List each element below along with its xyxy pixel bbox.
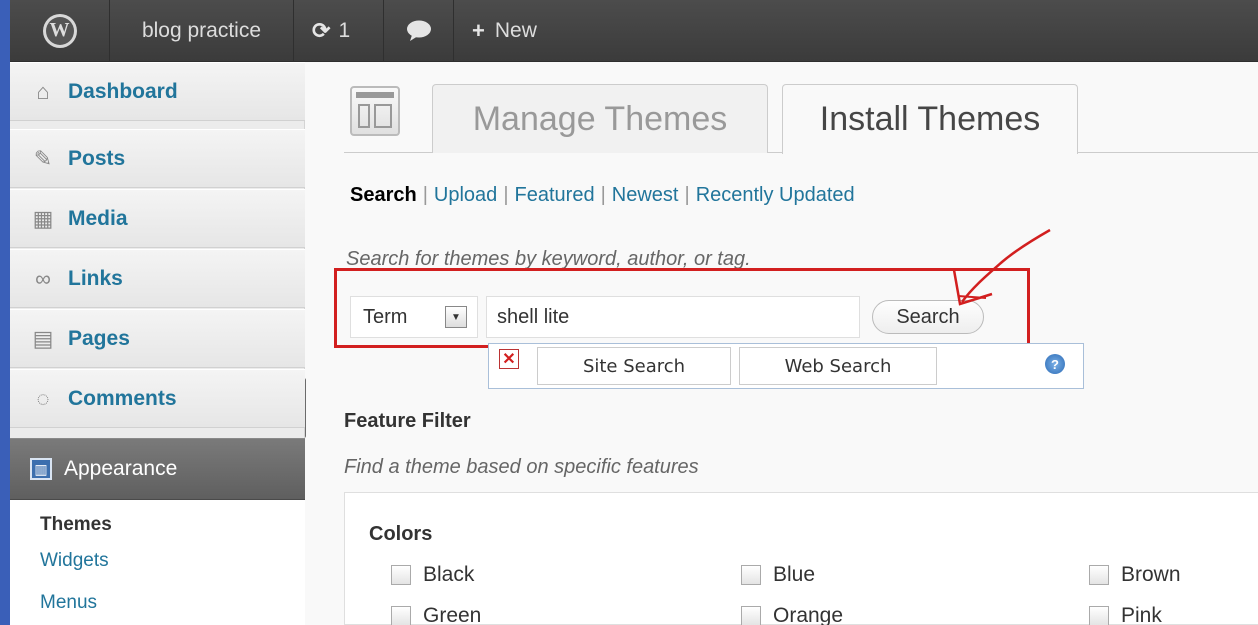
submenu-widgets[interactable]: Widgets bbox=[40, 550, 109, 572]
new-content-link[interactable]: + New bbox=[454, 0, 569, 62]
sidebar-item-links[interactable]: ∞ Links bbox=[10, 249, 305, 308]
wordpress-logo-icon[interactable]: W bbox=[10, 0, 110, 62]
appearance-icon: ▥ bbox=[30, 458, 52, 480]
color-checkbox[interactable]: Green bbox=[391, 604, 481, 625]
updates-count: 1 bbox=[338, 18, 351, 42]
checkbox-box[interactable] bbox=[391, 606, 411, 625]
checkbox-box[interactable] bbox=[391, 565, 411, 585]
tab-manage-themes[interactable]: Manage Themes bbox=[432, 84, 768, 153]
plus-icon: + bbox=[472, 17, 485, 43]
checkbox-box[interactable] bbox=[741, 606, 761, 625]
feature-filter-heading: Feature Filter bbox=[344, 410, 471, 432]
admin-bar-edge bbox=[0, 0, 10, 62]
sidebar-item-appearance[interactable]: ▥ Appearance bbox=[10, 438, 305, 500]
sidebar-item-dashboard[interactable]: ⌂ Dashboard bbox=[10, 62, 305, 121]
feature-filter-box: Colors Black Blue Brown Green Orange Pin… bbox=[344, 492, 1258, 625]
pushpin-icon: ✎ bbox=[33, 145, 53, 171]
submenu-themes[interactable]: Themes bbox=[40, 514, 112, 536]
help-icon[interactable]: ? bbox=[1045, 354, 1065, 374]
updates-link[interactable]: ⟳ 1 bbox=[294, 0, 384, 62]
sidebar-item-label: Appearance bbox=[64, 457, 178, 480]
media-icon: ▦ bbox=[32, 205, 54, 231]
sidebar-item-comments[interactable]: ◌ Comments bbox=[10, 369, 305, 428]
admin-bar: W blog practice ⟳ 1 + New bbox=[0, 0, 1258, 62]
subnav-recently-updated[interactable]: Recently Updated bbox=[696, 184, 855, 206]
color-checkbox[interactable]: Blue bbox=[741, 563, 815, 587]
sidebar-item-posts[interactable]: ✎ Posts bbox=[10, 129, 305, 188]
search-suggest-popup: ✕ Site Search Web Search ? bbox=[488, 343, 1084, 389]
annotation-arrow-icon bbox=[952, 228, 1051, 306]
pages-icon: ▤ bbox=[32, 325, 54, 351]
tab-install-themes[interactable]: Install Themes bbox=[782, 84, 1078, 154]
checkbox-box[interactable] bbox=[1089, 606, 1109, 625]
refresh-icon: ⟳ bbox=[312, 17, 331, 43]
main-content: Manage Themes Install Themes Search | Uplo… bbox=[306, 62, 1258, 625]
sidebar-item-label: Posts bbox=[68, 146, 126, 170]
install-subnav: Search | Upload | Featured | Newest | Recently U… bbox=[350, 184, 855, 206]
sidebar-item-label: Comments bbox=[68, 386, 177, 410]
color-checkbox[interactable]: Brown bbox=[1089, 563, 1181, 587]
feature-filter-description: Find a theme based on specific features bbox=[344, 456, 699, 478]
new-label: New bbox=[494, 18, 537, 42]
appearance-submenu: Themes Widgets Menus bbox=[10, 500, 305, 625]
color-checkbox[interactable]: Black bbox=[391, 563, 474, 587]
themes-screen-icon bbox=[350, 86, 400, 136]
site-name-label: blog practice bbox=[141, 18, 262, 42]
color-checkbox[interactable]: Orange bbox=[741, 604, 843, 625]
comment-icon: ◌ bbox=[36, 385, 50, 411]
sidebar-item-label: Dashboard bbox=[68, 79, 178, 103]
sidebar-item-pages[interactable]: ▤ Pages bbox=[10, 309, 305, 368]
subnav-newest[interactable]: Newest bbox=[612, 184, 679, 206]
web-search-button[interactable]: Web Search bbox=[739, 347, 937, 385]
subnav-search[interactable]: Search bbox=[350, 184, 417, 206]
checkbox-box[interactable] bbox=[1089, 565, 1109, 585]
submenu-menus[interactable]: Menus bbox=[40, 592, 97, 614]
color-checkbox[interactable]: Pink bbox=[1089, 604, 1162, 625]
checkbox-box[interactable] bbox=[741, 565, 761, 585]
sidebar-item-label: Media bbox=[68, 206, 128, 230]
close-icon[interactable]: ✕ bbox=[499, 349, 519, 369]
sidebar-edge bbox=[0, 62, 10, 625]
home-icon: ⌂ bbox=[36, 78, 50, 104]
subnav-featured[interactable]: Featured bbox=[515, 184, 595, 206]
comment-bubble-icon bbox=[406, 20, 431, 41]
admin-menu: ⌂ Dashboard ✎ Posts ▦ Media ∞ Links ▤ Pa… bbox=[0, 62, 305, 625]
sidebar-item-label: Links bbox=[68, 266, 123, 290]
site-name-link[interactable]: blog practice bbox=[110, 0, 294, 62]
sidebar-item-media[interactable]: ▦ Media bbox=[10, 189, 305, 248]
comments-link[interactable] bbox=[384, 0, 454, 62]
site-search-button[interactable]: Site Search bbox=[537, 347, 731, 385]
sidebar-item-label: Pages bbox=[68, 326, 130, 350]
colors-title: Colors bbox=[369, 523, 433, 545]
subnav-upload[interactable]: Upload bbox=[434, 184, 497, 206]
annotation-highlight-box bbox=[334, 268, 1030, 348]
link-icon: ∞ bbox=[35, 265, 51, 291]
